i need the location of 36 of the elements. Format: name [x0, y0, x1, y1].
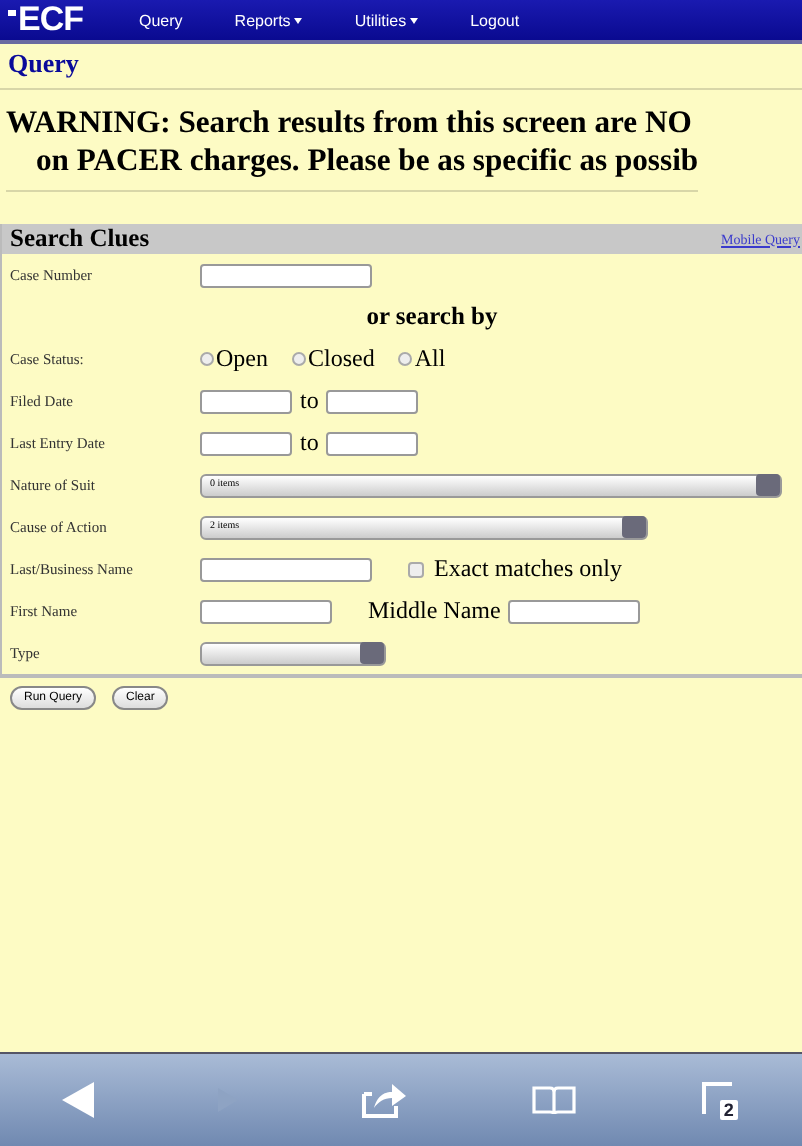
dropdown[interactable] [200, 641, 386, 665]
radio-option[interactable]: Open [200, 344, 268, 374]
menu-link[interactable]: Utilities [354, 11, 419, 29]
input-field[interactable] [508, 599, 641, 623]
menu-link[interactable]: Logout [470, 11, 520, 29]
field-label: Middle Name [368, 596, 501, 626]
input-field[interactable] [200, 431, 292, 455]
radio-button[interactable] [200, 352, 214, 366]
radio-option[interactable]: All [398, 344, 446, 374]
back-icon[interactable] [62, 1082, 95, 1118]
caret-icon [410, 17, 419, 24]
exact-match-checkbox[interactable]: Exact matches only [408, 554, 622, 584]
checkbox[interactable] [408, 561, 424, 577]
input-field[interactable] [326, 389, 419, 413]
input-field[interactable] [200, 389, 292, 413]
menu-link[interactable]: Query [139, 11, 183, 29]
input-field[interactable] [200, 599, 332, 623]
to-text: to [300, 428, 319, 458]
bookmarks-icon[interactable] [531, 1085, 576, 1115]
section-title: Search Clues [10, 224, 150, 254]
warning-text: on PACER charges. Please be as specific as possib [34, 142, 699, 180]
menu-link[interactable]: Reports [234, 11, 303, 29]
warning-text: WARNING: Search results from this screen are NO [6, 104, 694, 142]
caret-icon [294, 17, 303, 24]
input-field[interactable] [200, 557, 372, 581]
tab-count: 2 [719, 1100, 738, 1120]
radio-button[interactable] [398, 352, 413, 366]
radio-button[interactable] [292, 352, 306, 366]
to-text: to [300, 386, 319, 416]
radio-option[interactable]: Closed [292, 344, 375, 374]
ecf-logo: ECF [8, 0, 83, 40]
input-field[interactable] [200, 263, 372, 287]
or-text: or search by [366, 302, 498, 332]
share-icon[interactable] [362, 1082, 407, 1118]
page-title: Query [0, 44, 802, 90]
input-field[interactable] [326, 431, 419, 455]
